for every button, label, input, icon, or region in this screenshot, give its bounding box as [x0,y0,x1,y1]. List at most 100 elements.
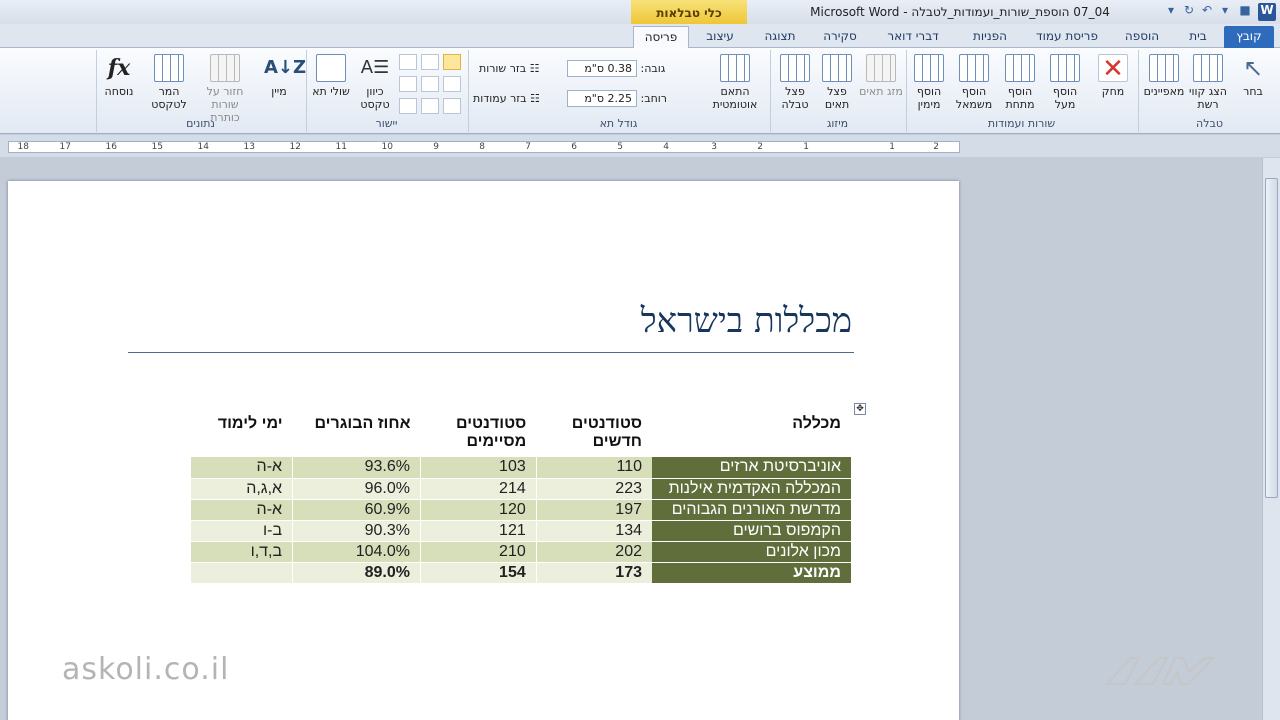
split-cells-icon [822,54,852,82]
tab-file[interactable]: קובץ [1224,26,1274,48]
cell-days[interactable]: א,ג,ה [191,478,293,500]
header-college[interactable]: מכללה [652,413,851,457]
group-alignment: A☰ כיוון טקסט שולי תא יישור [306,50,466,132]
ruler-tick: 4 [663,142,669,152]
cell-pct[interactable]: 104.0% [292,541,421,563]
cell-days[interactable]: א-ה [191,457,293,479]
cell-college[interactable]: מדרשת האורנים הגבוהים [652,499,851,521]
cell-new[interactable]: 134 [535,520,652,542]
tab-insert[interactable]: הוספה [1112,26,1172,48]
cell-college[interactable]: אוניברסיטת ארזים [652,457,851,479]
cell-grad[interactable]: 214 [420,478,537,500]
align-middle-right-button[interactable] [443,76,461,92]
word-app-icon[interactable]: W [1258,3,1276,21]
delete-button[interactable]: ✕ מחק [1091,54,1135,98]
cell-grad[interactable]: 103 [420,457,537,479]
insert-below-button[interactable]: הוסף מתחת [997,54,1043,111]
formula-button[interactable]: fx נוסחה [97,54,141,98]
tab-references[interactable]: הפניות [958,26,1022,48]
header-study-days[interactable]: ימי לימוד [191,413,293,457]
align-top-right-button[interactable] [443,54,461,70]
cell-margins-icon [316,54,346,82]
cell-new[interactable]: 223 [535,478,652,500]
tab-mailings[interactable]: דברי דואר [872,26,954,48]
undo-dropdown-icon[interactable]: ▾ [1216,3,1234,21]
tab-home[interactable]: בית [1176,26,1220,48]
cell-grad[interactable]: 210 [420,541,537,563]
table-move-handle-icon[interactable]: ✥ [854,403,866,415]
align-bottom-right-button[interactable] [443,98,461,114]
cell-college[interactable]: מכון אלונים [652,541,851,563]
cell-pct[interactable]: 93.6% [292,457,421,479]
header-new-students[interactable]: סטודנטים חדשים [536,413,652,457]
column-width-input[interactable]: 2.25 ס"מ [567,90,637,107]
sort-button[interactable]: A↓Z מיין [257,54,306,98]
column-width-control[interactable]: רוחב: 2.25 ס"מ [567,90,667,107]
align-middle-left-button[interactable] [399,76,417,92]
cell-pct[interactable]: 60.9% [292,499,421,521]
autofit-button[interactable]: התאם אוטומטית [705,54,765,111]
logo-mark-icon [1105,657,1215,685]
tab-design[interactable]: עיצוב [692,26,748,48]
view-gridlines-button[interactable]: הצג קווי רשת [1185,54,1231,111]
row-height-input[interactable]: 0.38 ס"מ [567,60,637,77]
tab-review[interactable]: סקירה [812,26,868,48]
properties-button[interactable]: מאפיינים [1141,54,1187,98]
row-height-control[interactable]: גובה: 0.38 ס"מ [567,60,665,77]
tab-view[interactable]: תצוגה [752,26,808,48]
cell-pct[interactable]: 90.3% [292,520,421,542]
header-graduate-percent[interactable]: אחוז הבוגרים [293,413,421,457]
align-bottom-center-button[interactable] [421,98,439,114]
insert-above-button[interactable]: הוסף מעל [1043,54,1087,111]
cell-college[interactable]: הקמפוס ברושים [652,520,851,542]
cell-new[interactable]: 202 [535,541,652,563]
cell-grad[interactable]: 120 [420,499,537,521]
cell-days[interactable] [191,562,293,584]
cell-new[interactable]: 173 [535,562,652,584]
text-direction-button[interactable]: A☰ כיוון טקסט [353,54,397,111]
cell-new[interactable]: 110 [535,457,652,479]
cell-college[interactable]: ממוצע [652,562,851,584]
cell-pct[interactable]: 96.0% [292,478,421,500]
vertical-scrollbar[interactable] [1262,158,1280,720]
redo-icon[interactable]: ↻ [1180,3,1198,21]
ruler-tick: 17 [59,142,71,152]
tab-page-layout[interactable]: פריסת עמוד [1026,26,1108,48]
tab-layout[interactable]: פריסה [633,26,689,48]
group-label-data: נתונים [186,117,215,130]
save-icon[interactable]: ■ [1236,3,1254,21]
undo-icon[interactable]: ↶ [1198,3,1216,21]
align-bottom-left-button[interactable] [399,98,417,114]
distribute-columns-button[interactable]: ☷ בזר עמודות [473,92,540,105]
cell-days[interactable]: א-ה [191,499,293,521]
split-cells-button[interactable]: פצל תאים [815,54,859,111]
distribute-rows-button[interactable]: ☷ בזר שורות [479,62,539,75]
horizontal-ruler[interactable]: 2 1 1 2 3 4 5 6 7 8 9 10 11 12 13 14 15 … [0,135,1280,157]
colleges-table[interactable]: מכללה סטודנטים חדשים סטודנטים מסיימים אח… [191,413,851,584]
merge-cells-button[interactable]: מזג תאים [859,54,903,98]
scrollbar-thumb[interactable] [1265,178,1278,498]
header-graduating-students[interactable]: סטודנטים מסיימים [421,413,537,457]
cell-new[interactable]: 197 [535,499,652,521]
document-page[interactable]: מכללות בישראל ✥ מכללה סטודנטים חדשים סטו… [8,181,959,720]
cell-grad[interactable]: 154 [420,562,537,584]
insert-left-button[interactable]: הוסף משמאל [951,54,997,111]
document-title[interactable]: מכללות בישראל [128,301,854,353]
insert-right-button[interactable]: הוסף מימין [907,54,951,111]
ruler-tick: 11 [335,142,347,152]
cell-days[interactable]: ב,ד,ו [191,541,293,563]
cell-days[interactable]: ב-ו [191,520,293,542]
split-table-button[interactable]: פצל טבלה [773,54,817,111]
cell-college[interactable]: המכללה האקדמית אילנות [652,478,851,500]
cell-pct[interactable]: 89.0% [292,562,421,584]
align-top-center-button[interactable] [421,54,439,70]
align-top-left-button[interactable] [399,54,417,70]
align-middle-center-button[interactable] [421,76,439,92]
select-button[interactable]: ↖ בחר [1231,54,1275,98]
convert-to-text-button[interactable]: המר לטקסט [141,54,197,111]
cell-margins-button[interactable]: שולי תא [309,54,353,98]
ruler-tick: 2 [933,142,939,152]
repeat-header-rows-button[interactable]: חזור על שורות כותרת [195,54,255,124]
cell-grad[interactable]: 121 [420,520,537,542]
qat-customize-icon[interactable]: ▾ [1162,3,1180,21]
